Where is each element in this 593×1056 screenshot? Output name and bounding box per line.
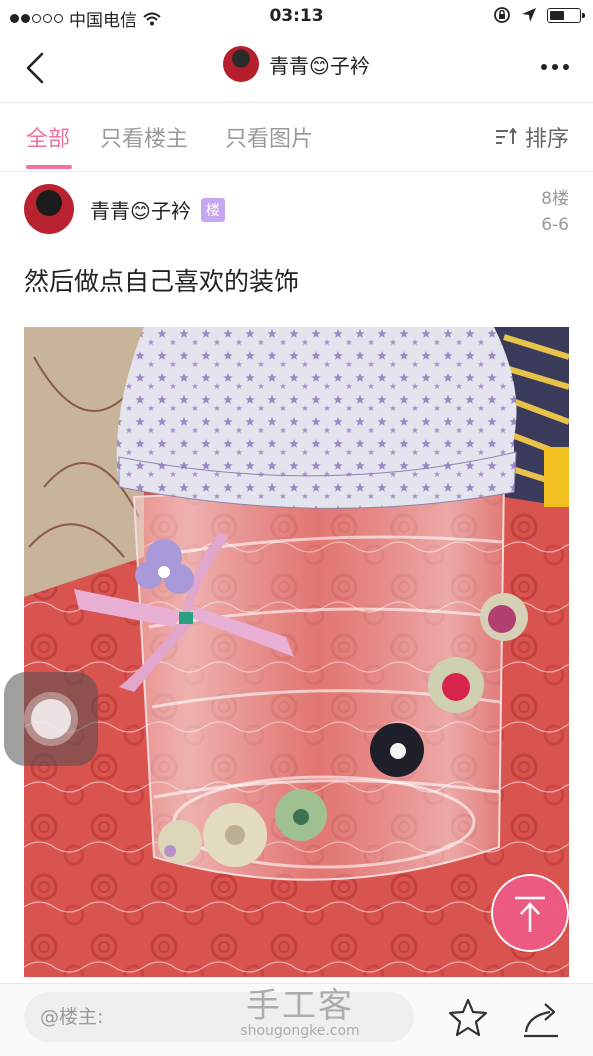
sort-button[interactable]: 排序: [495, 121, 569, 153]
post-text: 然后做点自己喜欢的装饰: [24, 267, 300, 296]
more-button[interactable]: [541, 64, 569, 70]
bottom-bar: @楼主: 手工客 shougongke.com: [0, 983, 593, 1056]
op-badge: 楼: [200, 197, 225, 222]
nav-avatar[interactable]: [223, 46, 260, 82]
status-bar: 中国电信 03:13: [0, 0, 593, 34]
battery-icon: [547, 7, 585, 23]
rotation-lock-icon: [494, 7, 510, 23]
star-icon: [448, 998, 488, 1037]
floor-number: 8楼: [541, 189, 569, 209]
author-avatar[interactable]: [24, 184, 74, 234]
sort-label: 排序: [524, 127, 569, 152]
tab-all[interactable]: 全部: [26, 121, 70, 153]
share-button[interactable]: [520, 996, 564, 1040]
post-author[interactable]: 青青😊子衿 楼: [90, 195, 225, 224]
sort-icon: [495, 128, 517, 144]
scroll-to-top-button[interactable]: [491, 874, 569, 952]
post-date: 6-6: [541, 215, 569, 235]
post-photo[interactable]: [24, 327, 569, 977]
more-dot: [563, 64, 569, 70]
watermark-url: shougongke.com: [240, 1023, 360, 1039]
filter-tabs: 全部 只看楼主 只看图片 排序: [0, 103, 593, 172]
location-icon: [522, 8, 536, 22]
assistive-touch-button[interactable]: [4, 672, 98, 766]
tab-active-indicator: [26, 165, 72, 169]
tab-op-only[interactable]: 只看楼主: [100, 121, 188, 153]
favorite-button[interactable]: [446, 996, 490, 1040]
assistive-touch-dot: [31, 699, 71, 739]
nav-title: 青青😊子衿: [269, 53, 370, 78]
nav-bar: 青青😊子衿: [0, 34, 593, 103]
tab-images-only[interactable]: 只看图片: [225, 121, 313, 153]
more-dot: [541, 64, 547, 70]
more-dot: [552, 64, 558, 70]
watermark-logo: 手工客: [246, 986, 354, 1026]
share-icon: [524, 1003, 558, 1038]
watermark: 手工客 shougongke.com: [230, 978, 370, 1039]
author-name: 青青😊子衿: [90, 199, 191, 223]
